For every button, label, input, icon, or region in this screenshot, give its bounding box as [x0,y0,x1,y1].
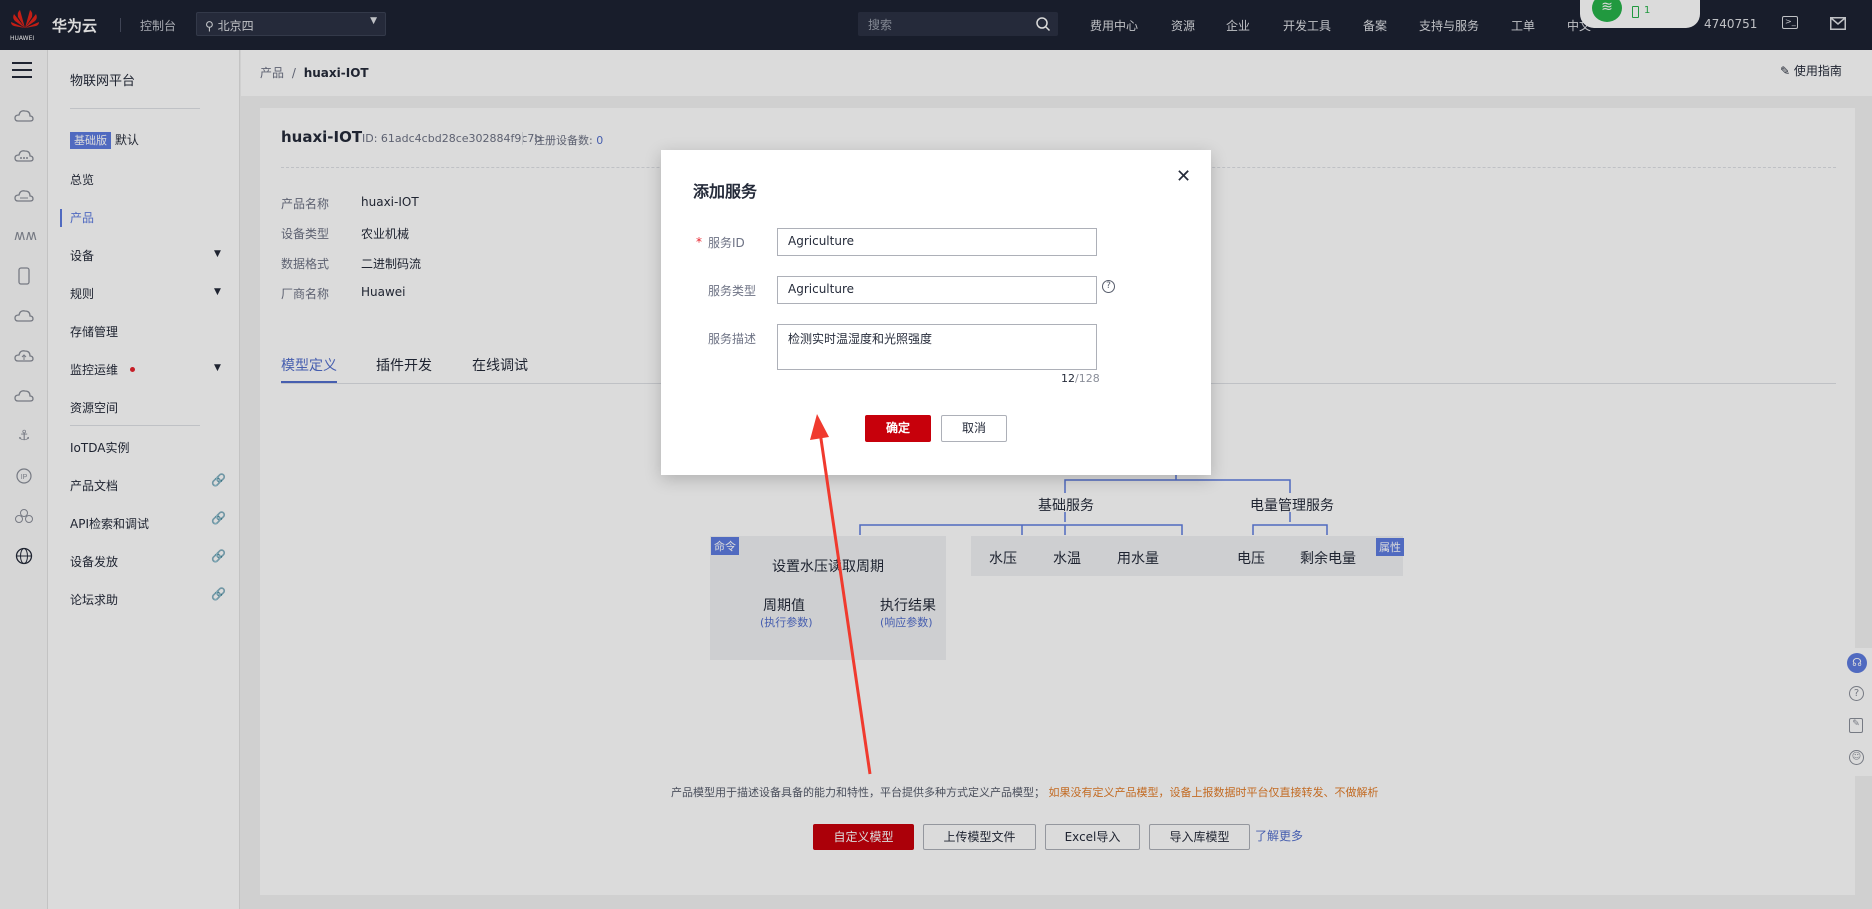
close-icon[interactable]: ✕ [1176,166,1191,187]
dialog-title: 添加服务 [693,182,758,201]
cancel-button[interactable]: 取消 [941,415,1007,442]
required-mark: * [696,235,702,249]
service-desc-textarea[interactable]: 检测实时温湿度和光照强度 [777,324,1097,370]
service-type-input[interactable]: Agriculture [777,276,1097,304]
service-id-input[interactable]: Agriculture [777,228,1097,256]
char-max: /128 [1075,372,1100,385]
confirm-button[interactable]: 确定 [865,415,931,442]
service-desc-label: 服务描述 [708,332,757,346]
char-count: 12 [1061,372,1075,385]
service-type-label: 服务类型 [708,284,757,298]
char-counter: 12/128 [1061,372,1100,385]
help-icon[interactable]: ? [1102,280,1115,293]
service-id-label: 服务ID [708,236,745,250]
add-service-dialog: 添加服务 ✕ * 服务ID Agriculture 服务类型 Agricultu… [661,150,1211,475]
